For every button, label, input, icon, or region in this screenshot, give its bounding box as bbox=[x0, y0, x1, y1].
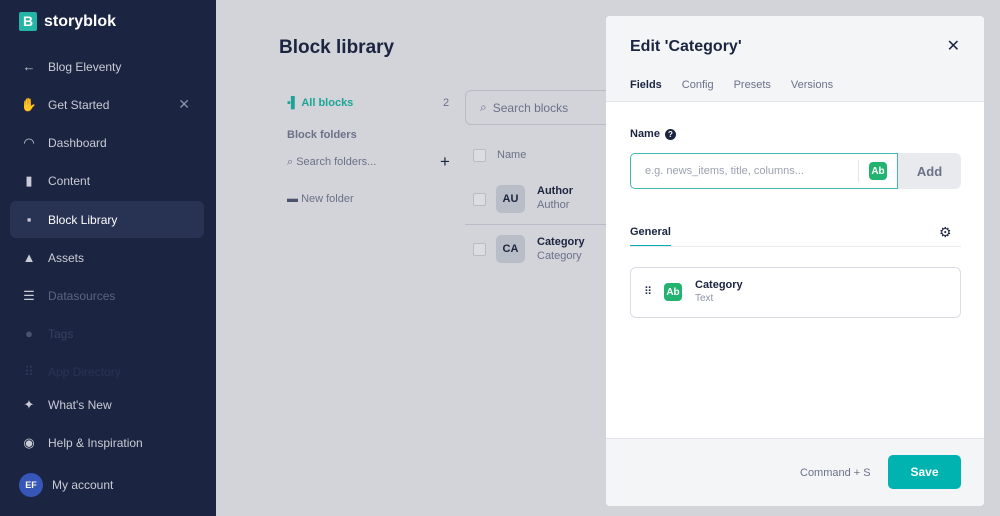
label: Blog Eleventy bbox=[48, 59, 122, 74]
sidebar-item-app-directory[interactable]: ⠿ App Directory bbox=[10, 353, 204, 390]
sidebar: B storyblok ← Blog Eleventy ✋ Get Started ✕… bbox=[0, 0, 216, 516]
label: Tags bbox=[48, 326, 74, 341]
row-checkbox[interactable] bbox=[473, 193, 486, 206]
block-initials: CA bbox=[496, 235, 525, 263]
field-item[interactable]: ⠿ Ab Category Text bbox=[630, 267, 961, 318]
close-icon[interactable]: ✕ bbox=[947, 36, 960, 56]
edit-block-panel: Edit 'Category' ✕ Fields Config Presets … bbox=[606, 16, 984, 506]
arrow-left-icon: ← bbox=[22, 59, 36, 74]
search-blocks-input[interactable]: ⌕ Search blocks bbox=[465, 90, 625, 125]
tab-presets[interactable]: Presets bbox=[734, 79, 771, 91]
sidebar-item-assets[interactable]: ▲ Assets bbox=[10, 239, 204, 276]
block-folders-heading: Block folders bbox=[287, 129, 357, 141]
label: New folder bbox=[301, 193, 354, 205]
content-icon: ▮ bbox=[25, 172, 33, 188]
add-button[interactable]: Add bbox=[898, 153, 961, 189]
label: Dashboard bbox=[48, 135, 107, 150]
field-type: Text bbox=[695, 293, 714, 304]
placeholder: Search folders... bbox=[296, 156, 377, 168]
tab-versions[interactable]: Versions bbox=[791, 79, 833, 91]
label: Assets bbox=[48, 250, 85, 265]
apps-icon: ⠿ bbox=[24, 363, 34, 379]
label: Datasources bbox=[48, 288, 116, 303]
magic-wand-icon: ✦ bbox=[23, 396, 35, 412]
all-blocks-link[interactable]: ▪▌ All blocks bbox=[287, 97, 353, 109]
panel-title: Edit 'Category' bbox=[630, 38, 742, 55]
label: Content bbox=[48, 173, 91, 188]
sidebar-item-datasources[interactable]: ☰ Datasources bbox=[10, 277, 204, 314]
label: Help & Inspiration bbox=[48, 435, 143, 450]
sidebar-item-dashboard[interactable]: ◠ Dashboard bbox=[10, 124, 204, 161]
drag-handle-icon[interactable]: ⠿ bbox=[644, 285, 652, 298]
save-button[interactable]: Save bbox=[888, 455, 961, 489]
logo[interactable]: B storyblok bbox=[19, 12, 116, 31]
block-name[interactable]: Author bbox=[537, 185, 573, 197]
sidebar-item-get-started[interactable]: ✋ Get Started ✕ bbox=[10, 86, 204, 123]
label: All blocks bbox=[301, 97, 354, 109]
sidebar-item-whats-new[interactable]: ✦ What's New bbox=[10, 386, 204, 423]
placeholder: Search blocks bbox=[492, 100, 569, 115]
name-column-header: Name bbox=[497, 149, 527, 161]
help-icon[interactable]: ? bbox=[664, 128, 676, 140]
block-technical-name: Author bbox=[537, 199, 570, 211]
label: App Directory bbox=[48, 364, 121, 379]
datasources-icon: ☰ bbox=[23, 287, 35, 303]
assets-icon: ▲ bbox=[22, 250, 36, 265]
row-checkbox[interactable] bbox=[473, 243, 486, 256]
block-library-icon: ▪▌ bbox=[287, 97, 302, 109]
brand-name: storyblok bbox=[44, 12, 117, 30]
add-folder-button[interactable]: + bbox=[440, 152, 450, 172]
field-name: Category bbox=[695, 279, 743, 291]
field-type-selector[interactable]: Ab bbox=[869, 162, 887, 180]
tag-icon: ● bbox=[25, 326, 33, 341]
label: Block Library bbox=[48, 212, 118, 227]
field-name-input[interactable]: e.g. news_items, title, columns... Ab bbox=[630, 153, 898, 189]
select-all-checkbox[interactable] bbox=[473, 149, 486, 162]
tab-config[interactable]: Config bbox=[682, 79, 714, 91]
sidebar-item-block-library[interactable]: ▪ Block Library bbox=[10, 201, 204, 238]
hand-wave-icon: ✋ bbox=[20, 96, 38, 112]
placeholder: e.g. news_items, title, columns... bbox=[645, 165, 804, 177]
lifebuoy-icon: ◉ bbox=[23, 434, 35, 450]
avatar: EF bbox=[19, 472, 43, 497]
folder-search-input[interactable]: ⌕ Search folders... bbox=[287, 156, 376, 169]
sidebar-item-back-space[interactable]: ← Blog Eleventy bbox=[10, 48, 204, 85]
search-icon: ⌕ bbox=[287, 156, 297, 168]
page-title: Block library bbox=[279, 37, 395, 58]
folder-item[interactable]: ▬ New folder bbox=[287, 193, 354, 205]
label: Get Started bbox=[48, 97, 110, 112]
search-icon: ⌕ bbox=[480, 100, 487, 114]
name-label: Name bbox=[630, 128, 660, 140]
save-shortcut-hint: Command + S bbox=[800, 467, 871, 479]
gear-icon[interactable]: ⚙ bbox=[939, 224, 952, 241]
label: What's New bbox=[48, 397, 112, 412]
close-icon[interactable]: ✕ bbox=[178, 96, 190, 113]
block-count: 2 bbox=[443, 97, 450, 109]
row-divider bbox=[465, 224, 607, 225]
sidebar-item-content[interactable]: ▮ Content bbox=[10, 162, 204, 199]
storyblok-logo-icon: B bbox=[19, 12, 37, 31]
folder-icon: ▬ bbox=[287, 193, 302, 205]
block-technical-name: Category bbox=[537, 250, 582, 262]
block-initials: AU bbox=[496, 185, 525, 213]
sidebar-item-help[interactable]: ◉ Help & Inspiration bbox=[10, 424, 204, 461]
sidebar-item-tags[interactable]: ● Tags bbox=[10, 315, 204, 352]
block-library-icon: ▪ bbox=[26, 212, 32, 227]
block-name[interactable]: Category bbox=[537, 236, 585, 248]
tab-fields[interactable]: Fields bbox=[630, 79, 662, 91]
text-field-icon: Ab bbox=[664, 283, 682, 301]
dashboard-icon: ◠ bbox=[23, 134, 35, 150]
sidebar-item-my-account[interactable]: EF My account bbox=[10, 466, 204, 503]
tab-general[interactable]: General bbox=[630, 226, 671, 247]
label: My account bbox=[52, 477, 114, 492]
